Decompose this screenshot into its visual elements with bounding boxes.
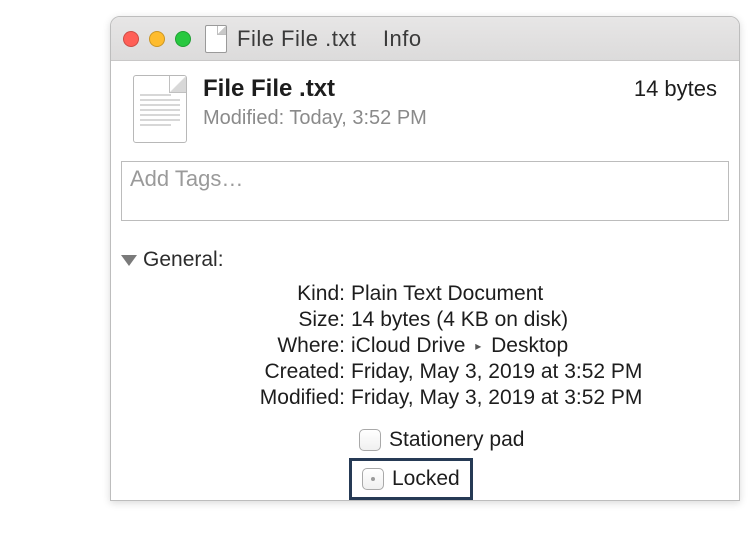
kind-label: Kind:	[131, 282, 351, 306]
modified-summary-label: Modified:	[203, 107, 284, 129]
where-label: Where:	[131, 334, 351, 358]
disclosure-triangle-icon[interactable]	[121, 255, 137, 266]
file-name-base: File File	[203, 75, 292, 102]
titlebar-file-icon	[205, 25, 227, 53]
minimize-window-button[interactable]	[149, 31, 165, 47]
stationery-pad-checkbox[interactable]	[359, 429, 381, 451]
title-suffix: Info	[383, 26, 422, 51]
file-icon	[133, 75, 187, 143]
stationery-pad-label: Stationery pad	[389, 428, 524, 452]
locked-label: Locked	[392, 467, 460, 491]
modified-value: Friday, May 3, 2019 at 3:52 PM	[351, 386, 739, 410]
path-separator-icon: ▸	[475, 339, 481, 353]
tags-input[interactable]	[121, 161, 729, 221]
size-value: 14 bytes (4 KB on disk)	[351, 308, 739, 332]
size-label: Size:	[131, 308, 351, 332]
get-info-window: File File .txt Info File File .txt 14 by…	[110, 16, 740, 501]
file-size-summary: 14 bytes	[634, 76, 717, 102]
kind-value: Plain Text Document	[351, 282, 739, 306]
modified-summary: Modified: Today, 3:52 PM	[203, 107, 717, 130]
locked-row-highlight: Locked	[349, 458, 473, 500]
window-traffic-lights	[123, 31, 191, 47]
modified-label: Modified:	[131, 386, 351, 410]
title-filename: File File .txt	[237, 26, 356, 51]
modified-summary-value: Today, 3:52 PM	[289, 107, 426, 129]
where-second: Desktop	[491, 334, 568, 357]
file-name: File File .txt	[203, 75, 335, 103]
file-summary: File File .txt 14 bytes Modified: Today,…	[111, 61, 739, 153]
general-label: General:	[143, 248, 224, 272]
where-value: iCloud Drive ▸ Desktop	[351, 334, 739, 358]
created-value: Friday, May 3, 2019 at 3:52 PM	[351, 360, 739, 384]
zoom-window-button[interactable]	[175, 31, 191, 47]
titlebar[interactable]: File File .txt Info	[111, 17, 739, 61]
created-label: Created:	[131, 360, 351, 384]
window-title: File File .txt Info	[237, 26, 422, 52]
locked-checkbox[interactable]	[362, 468, 384, 490]
where-first: iCloud Drive	[351, 334, 465, 357]
general-section-body: Kind: Plain Text Document Size: 14 bytes…	[111, 282, 739, 500]
stationery-pad-row: Stationery pad	[359, 428, 739, 452]
close-window-button[interactable]	[123, 31, 139, 47]
file-name-ext: .txt	[299, 75, 335, 102]
general-section-header[interactable]: General:	[111, 238, 739, 280]
